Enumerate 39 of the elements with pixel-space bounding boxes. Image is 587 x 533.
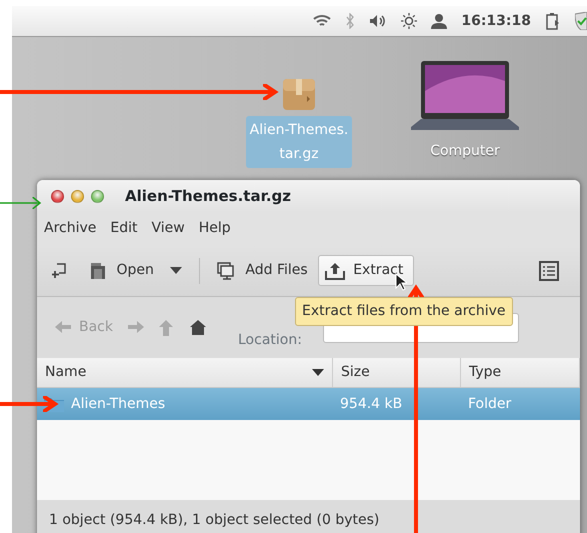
menu-item[interactable]: Archive: [44, 218, 96, 239]
right-arrow-icon: [128, 320, 144, 336]
tooltip: Extract files from the archive: [295, 297, 512, 326]
menu-item[interactable]: View: [152, 218, 185, 239]
list-icon: [539, 260, 559, 280]
column-header[interactable]: Name: [37, 358, 333, 387]
location-label: Location:: [238, 331, 302, 350]
left-arrow-icon: [55, 320, 71, 336]
column-header[interactable]: Type: [461, 358, 580, 387]
column-header[interactable]: Size: [333, 358, 461, 387]
user-icon: [431, 13, 448, 29]
up-arrow-icon: [159, 320, 175, 336]
annotation-arrow: [0, 394, 57, 414]
toolbar-button[interactable]: Add Files: [210, 255, 315, 286]
toolbar-button[interactable]: Open: [82, 255, 161, 286]
bluetooth-icon: [345, 13, 356, 29]
wifi-icon: [313, 14, 332, 28]
file-size: 954.4 kB: [339, 394, 404, 414]
home-icon: [190, 320, 206, 336]
menu-item[interactable]: Help: [198, 218, 231, 239]
upload-icon: [325, 262, 346, 280]
window-title: Alien-Themes.tar.gz: [125, 186, 291, 207]
caret-icon: [170, 267, 182, 274]
file-type: Folder: [467, 394, 512, 414]
close-button[interactable]: [51, 190, 64, 202]
annotation-arrow: [0, 196, 41, 210]
menu-item[interactable]: Edit: [110, 218, 138, 239]
clock: 16:13:18: [461, 12, 531, 30]
shield-icon: [575, 12, 587, 30]
status-text: 1 object (954.4 kB), 1 object selected (0 bytes): [49, 510, 380, 530]
brightness-icon: [401, 13, 418, 29]
file-name: Alien-Themes: [71, 394, 166, 414]
laptop-icon: [411, 61, 519, 133]
minimize-button[interactable]: [71, 190, 84, 202]
maximize-button[interactable]: [91, 190, 104, 202]
battery-icon: [545, 12, 561, 30]
volume-icon: [369, 14, 388, 28]
package-icon: [281, 76, 317, 112]
cursor-icon: [395, 272, 408, 290]
